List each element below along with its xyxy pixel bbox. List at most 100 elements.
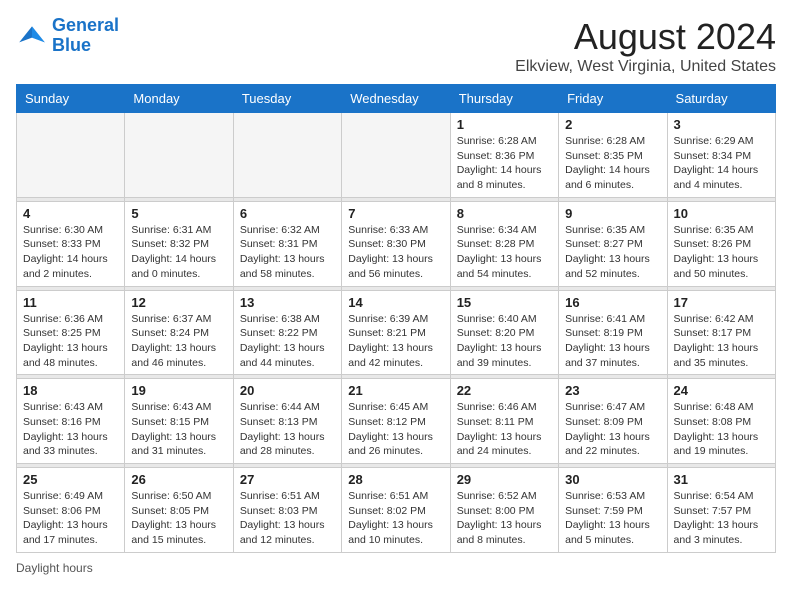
title-area: August 2024 Elkview, West Virginia, Unit… [515,16,776,76]
calendar-cell: 19Sunrise: 6:43 AM Sunset: 8:15 PM Dayli… [125,379,233,464]
day-info: Sunrise: 6:48 AM Sunset: 8:08 PM Dayligh… [674,400,769,459]
calendar-cell: 16Sunrise: 6:41 AM Sunset: 8:19 PM Dayli… [559,290,667,375]
calendar-cell: 18Sunrise: 6:43 AM Sunset: 8:16 PM Dayli… [17,379,125,464]
logo-text: General Blue [52,16,119,56]
main-title: August 2024 [515,16,776,58]
day-info: Sunrise: 6:38 AM Sunset: 8:22 PM Dayligh… [240,312,335,371]
calendar-cell: 12Sunrise: 6:37 AM Sunset: 8:24 PM Dayli… [125,290,233,375]
day-number: 20 [240,383,335,398]
day-number: 27 [240,472,335,487]
logo: General Blue [16,16,119,56]
calendar-cell: 17Sunrise: 6:42 AM Sunset: 8:17 PM Dayli… [667,290,775,375]
header-friday: Friday [559,85,667,113]
calendar-cell: 29Sunrise: 6:52 AM Sunset: 8:00 PM Dayli… [450,468,558,553]
week-row-0: 1 Sunrise: 6:28 AM Sunset: 8:36 PM Daylig… [17,113,776,198]
day-number: 15 [457,295,552,310]
calendar-cell [125,113,233,198]
calendar-cell: 15 Sunrise: 6:40 AM Sunset: 8:20 PM Dayli… [450,290,558,375]
day-info: Sunrise: 6:43 AM Sunset: 8:16 PM Dayligh… [23,400,118,459]
calendar-cell [342,113,450,198]
day-number: 3 [674,117,769,132]
day-number: 10 [674,206,769,221]
logo-line2: Blue [52,35,91,55]
day-info: Sunrise: 6:49 AM Sunset: 8:06 PM Dayligh… [23,489,118,548]
calendar-cell: 1 Sunrise: 6:28 AM Sunset: 8:36 PM Daylig… [450,113,558,198]
header-saturday: Saturday [667,85,775,113]
calendar-cell: 6Sunrise: 6:32 AM Sunset: 8:31 PM Daylig… [233,201,341,286]
calendar-cell: 26Sunrise: 6:50 AM Sunset: 8:05 PM Dayli… [125,468,233,553]
header-monday: Monday [125,85,233,113]
header-wednesday: Wednesday [342,85,450,113]
day-info: Sunrise: 6:36 AM Sunset: 8:25 PM Dayligh… [23,312,118,371]
day-info: Sunrise: 6:46 AM Sunset: 8:11 PM Dayligh… [457,400,552,459]
day-number: 28 [348,472,443,487]
calendar-cell [17,113,125,198]
day-info: Sunrise: 6:35 AM Sunset: 8:26 PM Dayligh… [674,223,769,282]
day-number: 14 [348,295,443,310]
day-info: Sunrise: 6:39 AM Sunset: 8:21 PM Dayligh… [348,312,443,371]
day-info: Sunrise: 6:28 AM Sunset: 8:36 PM Dayligh… [457,134,552,193]
day-info: Sunrise: 6:51 AM Sunset: 8:03 PM Dayligh… [240,489,335,548]
day-info: Sunrise: 6:53 AM Sunset: 7:59 PM Dayligh… [565,489,660,548]
calendar-cell: 13 Sunrise: 6:38 AM Sunset: 8:22 PM Dayli… [233,290,341,375]
calendar-cell: 8 Sunrise: 6:34 AM Sunset: 8:28 PM Daylig… [450,201,558,286]
day-number: 9 [565,206,660,221]
day-number: 25 [23,472,118,487]
day-info: Sunrise: 6:45 AM Sunset: 8:12 PM Dayligh… [348,400,443,459]
footer: Daylight hours [16,561,776,575]
calendar-cell: 9 Sunrise: 6:35 AM Sunset: 8:27 PM Daylig… [559,201,667,286]
week-row-2: 11 Sunrise: 6:36 AM Sunset: 8:25 PM Dayli… [17,290,776,375]
week-row-1: 4Sunrise: 6:30 AM Sunset: 8:33 PM Daylig… [17,201,776,286]
day-number: 22 [457,383,552,398]
day-number: 13 [240,295,335,310]
day-number: 31 [674,472,769,487]
day-info: Sunrise: 6:31 AM Sunset: 8:32 PM Dayligh… [131,223,226,282]
calendar-cell: 31 Sunrise: 6:54 AM Sunset: 7:57 PM Dayli… [667,468,775,553]
logo-line1: General [52,15,119,35]
subtitle: Elkview, West Virginia, United States [515,58,776,76]
day-info: Sunrise: 6:47 AM Sunset: 8:09 PM Dayligh… [565,400,660,459]
day-number: 24 [674,383,769,398]
day-info: Sunrise: 6:43 AM Sunset: 8:15 PM Dayligh… [131,400,226,459]
day-info: Sunrise: 6:28 AM Sunset: 8:35 PM Dayligh… [565,134,660,193]
calendar-cell: 10 Sunrise: 6:35 AM Sunset: 8:26 PM Dayli… [667,201,775,286]
calendar-cell: 20Sunrise: 6:44 AM Sunset: 8:13 PM Dayli… [233,379,341,464]
calendar-cell: 22 Sunrise: 6:46 AM Sunset: 8:11 PM Dayli… [450,379,558,464]
calendar-cell: 30 Sunrise: 6:53 AM Sunset: 7:59 PM Dayli… [559,468,667,553]
day-info: Sunrise: 6:34 AM Sunset: 8:28 PM Dayligh… [457,223,552,282]
day-info: Sunrise: 6:40 AM Sunset: 8:20 PM Dayligh… [457,312,552,371]
day-info: Sunrise: 6:29 AM Sunset: 8:34 PM Dayligh… [674,134,769,193]
calendar-cell: 24 Sunrise: 6:48 AM Sunset: 8:08 PM Dayli… [667,379,775,464]
calendar-cell: 5 Sunrise: 6:31 AM Sunset: 8:32 PM Daylig… [125,201,233,286]
header-sunday: Sunday [17,85,125,113]
day-number: 7 [348,206,443,221]
day-info: Sunrise: 6:37 AM Sunset: 8:24 PM Dayligh… [131,312,226,371]
day-number: 1 [457,117,552,132]
day-info: Sunrise: 6:50 AM Sunset: 8:05 PM Dayligh… [131,489,226,548]
day-number: 11 [23,295,118,310]
day-number: 5 [131,206,226,221]
day-info: Sunrise: 6:54 AM Sunset: 7:57 PM Dayligh… [674,489,769,548]
week-row-3: 18Sunrise: 6:43 AM Sunset: 8:16 PM Dayli… [17,379,776,464]
calendar-cell: 3 Sunrise: 6:29 AM Sunset: 8:34 PM Daylig… [667,113,775,198]
calendar-header-row: SundayMondayTuesdayWednesdayThursdayFrid… [17,85,776,113]
day-info: Sunrise: 6:41 AM Sunset: 8:19 PM Dayligh… [565,312,660,371]
day-info: Sunrise: 6:51 AM Sunset: 8:02 PM Dayligh… [348,489,443,548]
header: General Blue August 2024 Elkview, West V… [16,16,776,76]
header-thursday: Thursday [450,85,558,113]
day-number: 8 [457,206,552,221]
day-number: 23 [565,383,660,398]
day-number: 29 [457,472,552,487]
day-number: 30 [565,472,660,487]
day-info: Sunrise: 6:30 AM Sunset: 8:33 PM Dayligh… [23,223,118,282]
week-row-4: 25 Sunrise: 6:49 AM Sunset: 8:06 PM Dayli… [17,468,776,553]
day-info: Sunrise: 6:35 AM Sunset: 8:27 PM Dayligh… [565,223,660,282]
calendar-cell: 28 Sunrise: 6:51 AM Sunset: 8:02 PM Dayli… [342,468,450,553]
calendar-cell: 2Sunrise: 6:28 AM Sunset: 8:35 PM Daylig… [559,113,667,198]
calendar-cell: 11 Sunrise: 6:36 AM Sunset: 8:25 PM Dayli… [17,290,125,375]
calendar-cell: 23 Sunrise: 6:47 AM Sunset: 8:09 PM Dayli… [559,379,667,464]
calendar-cell: 4Sunrise: 6:30 AM Sunset: 8:33 PM Daylig… [17,201,125,286]
day-info: Sunrise: 6:42 AM Sunset: 8:17 PM Dayligh… [674,312,769,371]
calendar-cell: 14 Sunrise: 6:39 AM Sunset: 8:21 PM Dayli… [342,290,450,375]
calendar-cell: 27 Sunrise: 6:51 AM Sunset: 8:03 PM Dayli… [233,468,341,553]
